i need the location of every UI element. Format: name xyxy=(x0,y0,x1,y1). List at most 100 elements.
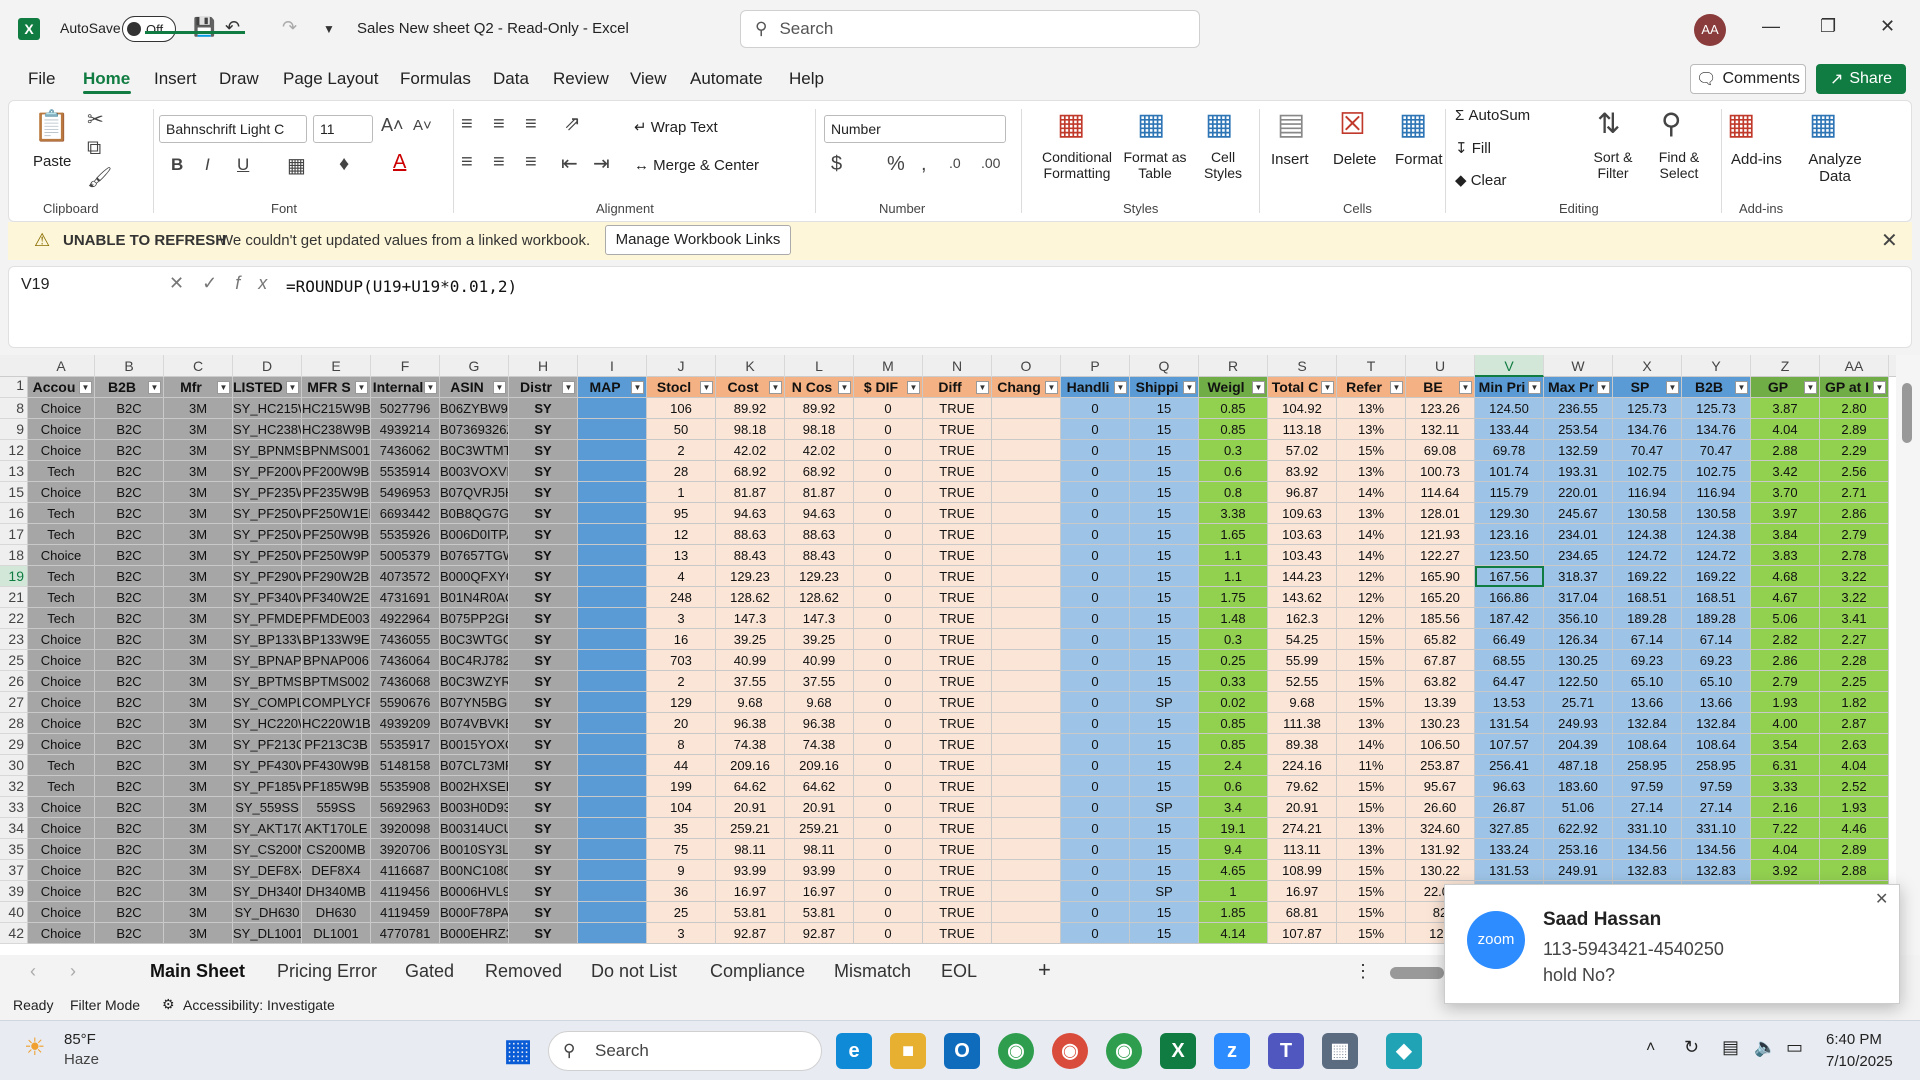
row-header[interactable]: 18 xyxy=(0,545,28,566)
table-cell[interactable]: TRUE xyxy=(923,797,992,818)
table-cell[interactable]: 0 xyxy=(854,671,923,692)
table-cell[interactable] xyxy=(992,629,1061,650)
table-cell[interactable]: 1.1 xyxy=(1199,545,1268,566)
table-cell[interactable]: 96.63 xyxy=(1475,776,1544,797)
menu-home[interactable]: Home xyxy=(83,69,130,89)
table-cell[interactable]: 317.04 xyxy=(1544,587,1613,608)
table-cell[interactable]: 0 xyxy=(854,482,923,503)
redo-icon[interactable]: ↷ xyxy=(282,17,297,38)
table-cell[interactable]: 4.46 xyxy=(1820,818,1889,839)
table-cell[interactable]: 12 xyxy=(647,524,716,545)
table-cell[interactable]: 13% xyxy=(1337,503,1406,524)
table-cell[interactable]: 28 xyxy=(647,461,716,482)
table-cell[interactable]: 5535908 xyxy=(371,776,440,797)
table-cell[interactable]: SY xyxy=(509,608,578,629)
filter-dropdown-icon[interactable]: ▼ xyxy=(562,381,575,394)
table-cell[interactable]: 55.99 xyxy=(1268,650,1337,671)
table-cell[interactable]: 4.04 xyxy=(1751,839,1820,860)
table-cell[interactable]: 128.62 xyxy=(716,587,785,608)
table-cell[interactable]: 0 xyxy=(1061,755,1130,776)
table-cell[interactable]: 2.79 xyxy=(1820,524,1889,545)
filter-dropdown-icon[interactable]: ▼ xyxy=(1114,381,1127,394)
table-cell[interactable]: 36 xyxy=(647,881,716,902)
table-cell[interactable]: Choice xyxy=(28,692,95,713)
table-cell[interactable]: TRUE xyxy=(923,818,992,839)
table-cell[interactable]: 2.25 xyxy=(1820,671,1889,692)
table-cell[interactable]: 123.26 xyxy=(1406,398,1475,419)
table-cell[interactable]: B2C xyxy=(95,524,164,545)
table-cell[interactable]: 3.22 xyxy=(1820,566,1889,587)
add-sheet-icon[interactable]: + xyxy=(1038,957,1051,983)
wrap-text-button[interactable]: ↵ Wrap Text xyxy=(634,118,718,136)
table-cell[interactable]: B2C xyxy=(95,545,164,566)
header-cell[interactable]: Diff ▼ xyxy=(923,377,992,398)
table-cell[interactable]: 15% xyxy=(1337,797,1406,818)
table-cell[interactable]: 4922964 xyxy=(371,608,440,629)
table-cell[interactable]: 248 xyxy=(647,587,716,608)
table-cell[interactable]: 124.50 xyxy=(1475,398,1544,419)
table-cell[interactable]: 185.56 xyxy=(1406,608,1475,629)
italic-icon[interactable]: I xyxy=(205,155,210,175)
add-ins-icon[interactable]: ▦ xyxy=(1727,107,1755,142)
tab-removed[interactable]: Removed xyxy=(485,961,562,982)
table-cell[interactable]: 236.55 xyxy=(1544,398,1613,419)
format-cells-icon[interactable]: ▦ xyxy=(1399,107,1427,142)
table-cell[interactable]: 2.27 xyxy=(1820,629,1889,650)
clear-button[interactable]: ◆ Clear xyxy=(1455,171,1507,189)
table-cell[interactable]: 27.14 xyxy=(1613,797,1682,818)
table-cell[interactable]: B2C xyxy=(95,713,164,734)
table-cell[interactable]: 622.92 xyxy=(1544,818,1613,839)
table-cell[interactable]: B00NC10804 xyxy=(440,860,509,881)
table-cell[interactable]: Tech xyxy=(28,461,95,482)
column-header[interactable]: E xyxy=(302,355,371,377)
column-header[interactable]: Y xyxy=(1682,355,1751,377)
table-cell[interactable]: 3 xyxy=(647,923,716,944)
table-cell[interactable]: 95 xyxy=(647,503,716,524)
table-cell[interactable]: 209.16 xyxy=(785,755,854,776)
table-cell[interactable]: 274.21 xyxy=(1268,818,1337,839)
table-cell[interactable]: 3M xyxy=(164,566,233,587)
table-cell[interactable]: HC220W1B xyxy=(302,713,371,734)
table-cell[interactable]: 5.06 xyxy=(1751,608,1820,629)
table-cell[interactable]: 53.81 xyxy=(785,902,854,923)
table-cell[interactable]: 14% xyxy=(1337,734,1406,755)
insert-cells-icon[interactable]: ▤ xyxy=(1277,107,1305,142)
table-cell[interactable]: 0.85 xyxy=(1199,734,1268,755)
table-cell[interactable]: 68.92 xyxy=(716,461,785,482)
table-cell[interactable]: 4770781 xyxy=(371,923,440,944)
table-cell[interactable]: 15 xyxy=(1130,650,1199,671)
table-cell[interactable]: 15 xyxy=(1130,461,1199,482)
table-cell[interactable]: 193.31 xyxy=(1544,461,1613,482)
table-cell[interactable]: SY xyxy=(509,482,578,503)
table-cell[interactable]: 0 xyxy=(854,524,923,545)
table-cell[interactable]: SY_PFMDE003 xyxy=(233,608,302,629)
table-cell[interactable]: 3M xyxy=(164,545,233,566)
table-cell[interactable]: 131.53 xyxy=(1475,860,1544,881)
table-cell[interactable] xyxy=(992,419,1061,440)
table-cell[interactable]: 143.62 xyxy=(1268,587,1337,608)
table-cell[interactable]: SY xyxy=(509,797,578,818)
table-cell[interactable]: SY_HC238W9B xyxy=(233,419,302,440)
filter-dropdown-icon[interactable]: ▼ xyxy=(286,381,299,394)
table-cell[interactable]: 3.83 xyxy=(1751,545,1820,566)
column-header[interactable]: S xyxy=(1268,355,1337,377)
table-cell[interactable]: 132.11 xyxy=(1406,419,1475,440)
table-cell[interactable]: SY_COMPLYCR xyxy=(233,692,302,713)
table-cell[interactable] xyxy=(578,923,647,944)
table-cell[interactable]: PF250W9B xyxy=(302,524,371,545)
table-cell[interactable]: SY xyxy=(509,902,578,923)
table-cell[interactable]: B2C xyxy=(95,503,164,524)
increase-indent-icon[interactable]: ⇥ xyxy=(593,151,610,176)
table-cell[interactable]: 1.65 xyxy=(1199,524,1268,545)
table-cell[interactable]: B2C xyxy=(95,860,164,881)
table-cell[interactable]: 3.70 xyxy=(1751,482,1820,503)
more-options-icon[interactable]: ⋮ xyxy=(1354,961,1372,982)
clock-time[interactable]: 6:40 PM xyxy=(1826,1031,1882,1048)
table-cell[interactable]: 9.4 xyxy=(1199,839,1268,860)
table-cell[interactable]: PFMDE003 xyxy=(302,608,371,629)
table-cell[interactable]: 0 xyxy=(1061,608,1130,629)
column-header[interactable]: Q xyxy=(1130,355,1199,377)
table-cell[interactable]: 3M xyxy=(164,797,233,818)
font-color-icon[interactable]: A xyxy=(393,151,406,174)
table-cell[interactable]: 0.85 xyxy=(1199,419,1268,440)
